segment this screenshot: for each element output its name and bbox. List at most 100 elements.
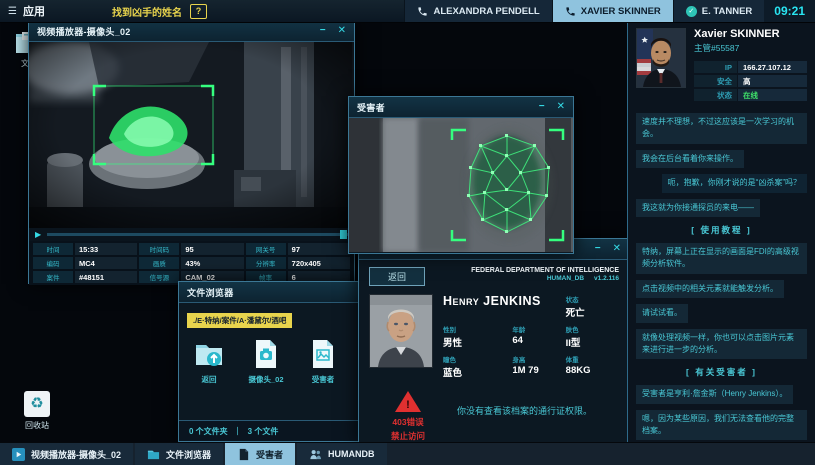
contact-alexandra-pendell[interactable]: ALEXANDRA PENDELL [404, 0, 551, 22]
status-separator: ｜ [234, 426, 242, 437]
field-value: 15:33 [75, 243, 137, 255]
cctv-footage[interactable] [29, 42, 354, 228]
phone-icon [417, 6, 428, 17]
field-label: 时间 [33, 243, 73, 255]
objective-text: 找到凶手的姓名 [112, 4, 182, 19]
person-field: 性别男性 [443, 324, 512, 349]
field-label: 画质 [139, 257, 179, 269]
chat-message: 我会在后台看着你来操作。 [636, 150, 744, 168]
taskbar-item-label: 文件浏览器 [166, 448, 211, 461]
field-value: 1M 79 [512, 365, 565, 376]
folder-up-icon [193, 338, 225, 370]
top-menu-bar: ☰ 应用 找到凶手的姓名 ? ALEXANDRA PENDELL XAVIER … [0, 0, 815, 23]
field-label: 编码 [33, 257, 73, 269]
close-button[interactable]: ✕ [557, 102, 565, 112]
person-status: 状态 死亡 [566, 294, 619, 319]
mugshot-photo[interactable] [369, 294, 433, 368]
error-badge: ! 403错误 禁止访问 [369, 389, 447, 443]
file-label: 受害者 [301, 374, 345, 385]
back-button[interactable]: 返回 [369, 267, 425, 286]
taskbar-item-file-browser[interactable]: 文件浏览器 [135, 443, 223, 465]
minimize-button[interactable]: − [539, 102, 545, 112]
chat-message: 嗯，因为某些原因，我们无法查看他的完整档案。 [636, 410, 807, 441]
applications-menu-label: 应用 [23, 3, 45, 19]
applications-menu[interactable]: ☰ 应用 [0, 3, 61, 19]
contact-e-tanner[interactable]: ✓ E. TANNER [673, 0, 765, 22]
folder-icon [147, 448, 160, 461]
close-button[interactable]: ✕ [613, 244, 621, 254]
minimize-button[interactable]: − [595, 244, 601, 254]
seek-thumb[interactable] [340, 230, 347, 239]
cctv-scene [29, 42, 352, 228]
info-label: 安全 [694, 75, 737, 87]
phone-icon [565, 6, 576, 17]
field-label: 案件 [33, 271, 73, 283]
desktop-icon-label: 回收站 [14, 420, 60, 431]
objective-hint-button[interactable]: ? [190, 4, 207, 19]
desktop-icon-recycle-bin[interactable]: ♻ 回收站 [14, 390, 60, 431]
taskbar-item-label: 视频播放器-摄像头_02 [31, 448, 121, 461]
seek-bar[interactable] [47, 233, 348, 236]
contact-sidebar: Xavier SKINNER 主管#55587 IP 166.27.107.12… [627, 22, 815, 443]
humandb-window: HUMANDB − ✕ 返回 FEDERAL DEPARTMENT OF INT… [358, 238, 630, 443]
chat-message: 特纳，屏幕上正在显示的画面是FDI的高级视频分析软件。 [636, 243, 807, 274]
chat-message: 点击视频中的相关元素就能触发分析。 [636, 280, 784, 298]
victim-titlebar[interactable]: 受害者 − ✕ [349, 97, 573, 118]
field-value: 97 [288, 243, 350, 255]
contact-profile: Xavier SKINNER 主管#55587 IP 166.27.107.12… [628, 22, 815, 109]
folders-count: 0 个文件夹 [189, 426, 228, 437]
file-label: 返回 [187, 374, 231, 385]
window-title: 文件浏览器 [187, 286, 234, 299]
person-field: 身高1M 79 [512, 354, 565, 379]
field-value: 蓝色 [443, 365, 512, 379]
taskbar-item-video-player[interactable]: 视频播放器-摄像头_02 [0, 443, 133, 465]
field-label: 年龄 [512, 324, 565, 334]
field-value: 88KG [566, 365, 619, 376]
person-field: 瞳色蓝色 [443, 354, 512, 379]
field-label: 身高 [512, 354, 565, 364]
chat-option-about-victim[interactable]: [ 有关受害者 ] [682, 365, 761, 379]
contact-role: 主管#55587 [694, 42, 807, 54]
field-label: 体重 [566, 354, 619, 364]
contact-name: XAVIER SKINNER [581, 6, 661, 17]
taskbar-item-label: 受害者 [256, 448, 283, 461]
hamburger-icon: ☰ [8, 6, 17, 17]
victim-photo-analysis[interactable] [349, 118, 573, 252]
people-icon [309, 448, 322, 461]
file-item-camera-02[interactable]: 摄像头_02 [244, 338, 288, 385]
person-field: 肤色II型 [566, 324, 619, 349]
file-item-victim[interactable]: 受害者 [301, 338, 345, 385]
person-name: Henry JENKINS [443, 294, 566, 319]
badge-icon: ✓ [686, 6, 697, 17]
close-button[interactable]: ✕ [338, 26, 346, 36]
face-scan-image [349, 118, 571, 252]
taskbar-item-victim[interactable]: 受害者 [225, 443, 295, 465]
field-label: 肤色 [566, 324, 619, 334]
error-message: 你没有查看该档案的通行证权限。 [457, 389, 619, 419]
play-button[interactable]: ▶ [35, 231, 41, 239]
recycle-bin-icon: ♻ [22, 390, 52, 417]
chat-message: 请试试看。 [636, 304, 688, 322]
video-metadata: 时间15:33 时间码95 网关号97 编码MC4 画质43% 分辨率720x4… [29, 241, 354, 285]
field-value: 64 [512, 335, 565, 346]
contact-xavier-skinner[interactable]: XAVIER SKINNER [552, 0, 673, 22]
chat-option-tutorial[interactable]: [ 使用教程 ] [687, 223, 755, 237]
info-row-status: 状态 在线 [694, 89, 807, 101]
file-label: 摄像头_02 [244, 374, 288, 385]
access-error: ! 403错误 禁止访问 你没有查看该档案的通行证权限。 [359, 381, 629, 451]
humandb-header: 返回 FEDERAL DEPARTMENT OF INTELLIGENCE HU… [359, 260, 629, 289]
db-name: HUMAN_DB [547, 275, 584, 282]
minimize-button[interactable]: − [320, 26, 326, 36]
play-icon [12, 448, 25, 461]
taskbar-item-humandb[interactable]: HUMANDB [297, 443, 387, 465]
contact-name: ALEXANDRA PENDELL [433, 6, 539, 17]
video-player-titlebar[interactable]: 视频播放器-摄像头_02 − ✕ [29, 21, 354, 42]
field-label: 分辨率 [246, 257, 286, 269]
agency-name: FEDERAL DEPARTMENT OF INTELLIGENCE [471, 267, 619, 274]
chat-log: 速度并不理想，不过这应该是一次学习的机会。 我会在后台看着你来操作。 呃，抱歉，… [628, 109, 815, 443]
field-value: 死亡 [566, 305, 619, 319]
person-field: 体重88KG [566, 354, 619, 379]
warning-triangle-icon: ! [395, 391, 421, 412]
window-title: 视频播放器-摄像头_02 [37, 25, 131, 38]
file-item-back[interactable]: 返回 [187, 338, 231, 385]
